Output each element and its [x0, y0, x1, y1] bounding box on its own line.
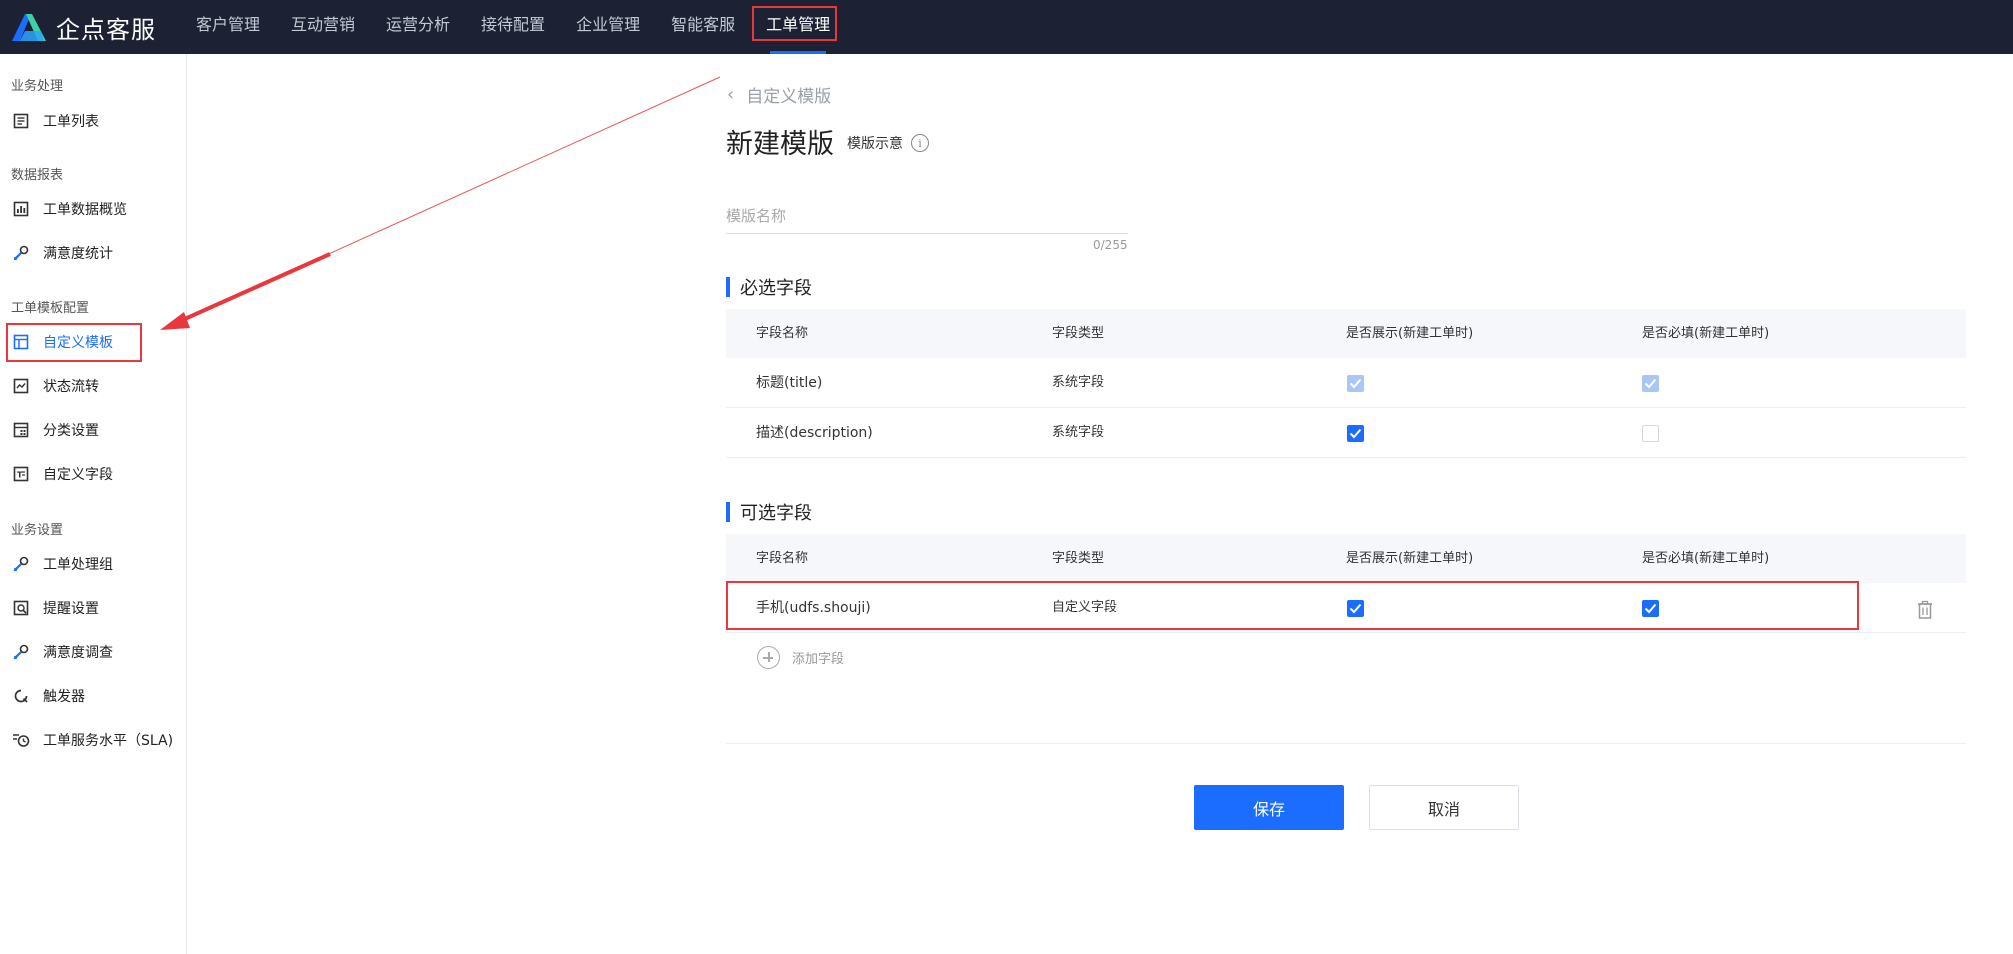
table-row: 描述(description) 系统字段 [726, 408, 1966, 458]
nav-item-marketing[interactable]: 互动营销 [291, 0, 355, 54]
section-title-text: 可选字段 [740, 503, 812, 524]
field-type-cell: 系统字段 [1052, 425, 1105, 440]
sidebar-item-trigger[interactable]: 触发器 [11, 681, 85, 711]
required-fields-table-header: 字段名称 字段类型 是否展示(新建工单时) 是否必填(新建工单时) [726, 309, 1966, 358]
annotation-arrow [160, 76, 721, 330]
sidebar-item-reminder-settings[interactable]: 提醒设置 [11, 593, 99, 623]
optional-fields-table-header: 字段名称 字段类型 是否展示(新建工单时) 是否必填(新建工单时) [726, 534, 1966, 583]
sidebar-group-title: 工单模板配置 [11, 301, 90, 316]
section-title-text: 必选字段 [740, 278, 812, 299]
list-icon [11, 111, 31, 131]
sidebar-item-label: 工单服务水平（SLA) [43, 733, 174, 749]
divider [726, 743, 1966, 744]
char-counter: 0/255 [1093, 238, 1128, 252]
chevron-left-icon: ‹ [727, 84, 735, 105]
annotation-box-row [726, 581, 1859, 630]
page-title: 新建模版 [726, 129, 834, 160]
show-checkbox-disabled [1347, 375, 1364, 392]
nav-item-enterprise[interactable]: 企业管理 [576, 0, 640, 54]
nav-item-smart-service[interactable]: 智能客服 [671, 0, 735, 54]
sidebar-item-satisfaction-survey[interactable]: 满意度调查 [11, 637, 113, 667]
optional-fields-title: 可选字段 [726, 499, 812, 525]
column-header: 字段类型 [1052, 326, 1105, 341]
sidebar-item-ticket-groups[interactable]: 工单处理组 [11, 549, 113, 579]
wrench-icon [11, 642, 31, 662]
annotation-box-sidebar [6, 323, 142, 362]
field-type-cell: 系统字段 [1052, 375, 1105, 390]
trigger-icon [11, 686, 31, 706]
bar-chart-icon [11, 199, 31, 219]
back-link-label: 自定义模版 [746, 87, 832, 107]
sidebar-item-label: 工单列表 [43, 114, 99, 130]
add-field-label: 添加字段 [792, 652, 845, 667]
template-sample-label: 模版示意 [847, 136, 903, 152]
annotation-box-nav [752, 6, 837, 41]
info-icon[interactable]: i [911, 134, 929, 152]
sidebar-group-title: 业务处理 [11, 79, 64, 94]
column-header: 是否展示(新建工单时) [1346, 326, 1474, 341]
column-header: 是否必填(新建工单时) [1642, 551, 1770, 566]
column-header: 是否必填(新建工单时) [1642, 326, 1770, 341]
column-header: 字段类型 [1052, 551, 1105, 566]
sidebar-item-ticket-data-overview[interactable]: 工单数据概览 [11, 194, 127, 224]
nav-item-customer[interactable]: 客户管理 [196, 0, 260, 54]
add-field-button[interactable]: 添加字段 [757, 646, 844, 669]
sidebar-item-status-flow[interactable]: 状态流转 [11, 371, 99, 401]
sidebar-item-label: 自定义字段 [43, 467, 113, 483]
required-checkbox[interactable] [1642, 425, 1659, 442]
template-name-input[interactable] [726, 199, 1128, 234]
cancel-button[interactable]: 取消 [1369, 785, 1519, 830]
column-header: 字段名称 [756, 551, 809, 566]
app-name: 企点客服 [56, 15, 156, 44]
section-accent-bar [726, 277, 730, 297]
column-header: 是否展示(新建工单时) [1346, 551, 1474, 566]
nav-item-reception[interactable]: 接待配置 [481, 0, 545, 54]
sidebar-item-label: 工单数据概览 [43, 202, 127, 218]
sidebar-item-sla[interactable]: 工单服务水平（SLA) [11, 725, 173, 755]
sidebar-item-satisfaction-stats[interactable]: 满意度统计 [11, 238, 113, 268]
sidebar-item-ticket-list[interactable]: 工单列表 [11, 106, 99, 136]
logo-icon [12, 14, 46, 41]
required-checkbox-disabled [1642, 375, 1659, 392]
save-button[interactable]: 保存 [1194, 785, 1344, 830]
sidebar-group-title: 业务设置 [11, 523, 64, 538]
wrench-icon [11, 243, 31, 263]
column-header: 字段名称 [756, 326, 809, 341]
back-link[interactable]: ‹ 自定义模版 [727, 82, 831, 107]
line-chart-icon [11, 376, 31, 396]
field-name-cell: 描述(description) [756, 425, 873, 441]
wrench-icon [11, 554, 31, 574]
sidebar-group-title: 数据报表 [11, 168, 64, 183]
sidebar-item-label: 状态流转 [43, 379, 99, 395]
section-accent-bar [726, 502, 730, 522]
sidebar-item-label: 满意度调查 [43, 645, 113, 661]
required-fields-title: 必选字段 [726, 274, 812, 300]
plus-circle-icon [757, 646, 780, 669]
text-field-icon: T [11, 464, 31, 484]
nav-item-analytics[interactable]: 运营分析 [386, 0, 450, 54]
delete-icon[interactable] [1916, 600, 1934, 620]
app-logo[interactable]: 企点客服 [10, 8, 156, 46]
show-checkbox[interactable] [1347, 425, 1364, 442]
category-icon [11, 420, 31, 440]
sidebar-item-label: 工单处理组 [43, 557, 113, 573]
sidebar-item-custom-fields[interactable]: T 自定义字段 [11, 459, 113, 489]
field-name-cell: 标题(title) [756, 375, 823, 391]
template-sample-link[interactable]: 模版示意 i [847, 133, 929, 153]
reminder-icon [11, 598, 31, 618]
sidebar-item-label: 提醒设置 [43, 601, 99, 617]
sidebar-item-label: 触发器 [43, 689, 85, 705]
table-row: 标题(title) 系统字段 [726, 358, 1966, 408]
sidebar-item-label: 满意度统计 [43, 246, 113, 262]
top-navigation-bar: 企点客服 客户管理 互动营销 运营分析 接待配置 企业管理 智能客服 工单管理 [0, 0, 2013, 54]
clock-icon [11, 730, 31, 750]
sidebar-item-category-settings[interactable]: 分类设置 [11, 415, 99, 445]
sidebar-item-label: 分类设置 [43, 423, 99, 439]
sidebar: 业务处理 工单列表 数据报表 工单数据概览 满意度统计 工单模板配置 自定义模板… [0, 54, 187, 954]
